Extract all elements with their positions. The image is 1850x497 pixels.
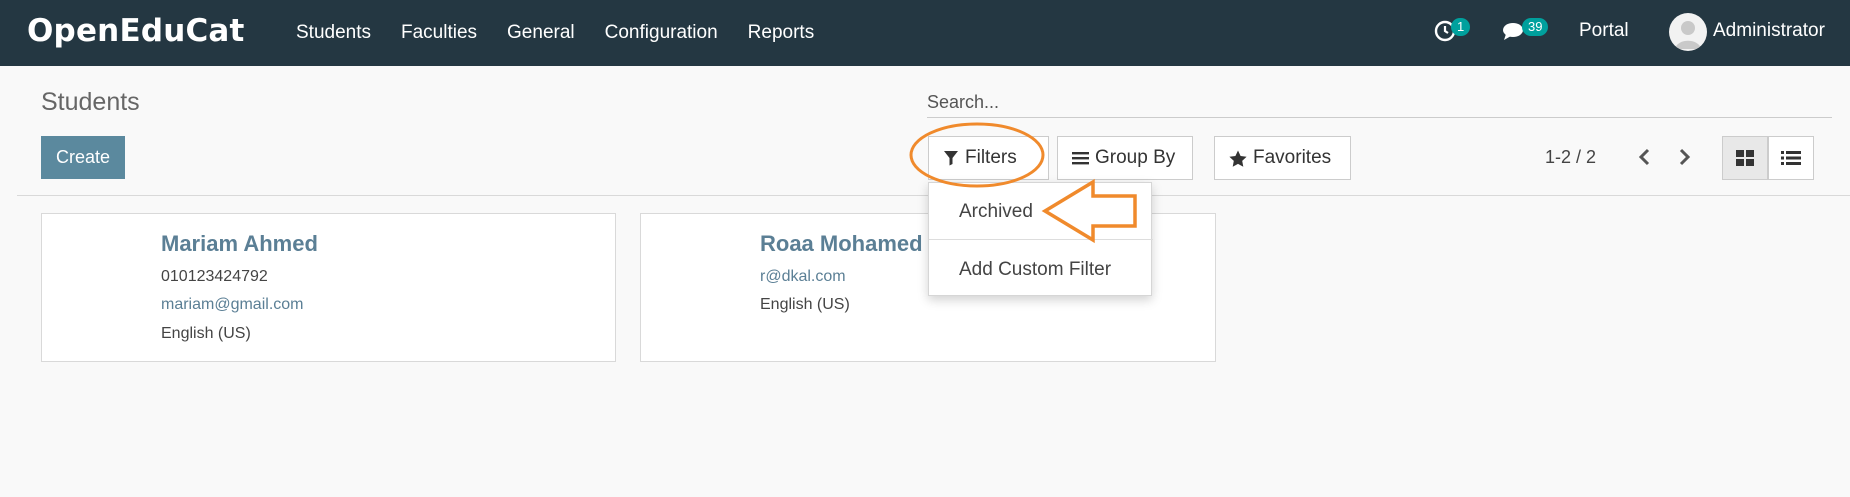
page-title: Students xyxy=(41,88,140,116)
top-navbar: OpenEduCat Students Faculties General Co… xyxy=(0,0,1850,66)
dropdown-divider xyxy=(929,239,1153,240)
student-email[interactable]: r@dkal.com xyxy=(760,268,846,286)
filters-label: Filters xyxy=(965,147,1017,168)
menu-faculties[interactable]: Faculties xyxy=(401,22,477,44)
bars-icon xyxy=(1072,152,1089,165)
search-input[interactable] xyxy=(927,88,1832,118)
create-button[interactable]: Create xyxy=(41,136,125,179)
star-icon xyxy=(1229,150,1247,167)
group-by-label: Group By xyxy=(1095,147,1176,168)
main-menu: Students Faculties General Configuration… xyxy=(296,0,844,66)
student-language: English (US) xyxy=(161,325,251,342)
messages-badge: 39 xyxy=(1522,18,1549,36)
app-brand[interactable]: OpenEduCat xyxy=(27,13,245,49)
grid-icon xyxy=(1736,150,1754,166)
filters-button[interactable]: Filters xyxy=(928,136,1049,180)
filter-archived[interactable]: Archived xyxy=(959,201,1033,223)
student-email[interactable]: mariam@gmail.com xyxy=(161,296,303,314)
favorites-label: Favorites xyxy=(1253,147,1332,168)
pager-previous-icon[interactable] xyxy=(1633,145,1655,169)
menu-general[interactable]: General xyxy=(507,22,575,44)
pager-next-icon[interactable] xyxy=(1674,145,1696,169)
student-card[interactable]: Mariam Ahmed 010123424792 mariam@gmail.c… xyxy=(41,213,616,362)
user-menu[interactable]: Administrator xyxy=(1713,20,1825,42)
favorites-button[interactable]: Favorites xyxy=(1214,136,1351,180)
group-by-button[interactable]: Group By xyxy=(1057,136,1193,180)
student-name[interactable]: Roaa Mohamed xyxy=(760,231,923,257)
student-phone: 010123424792 xyxy=(161,268,268,285)
student-language: English (US) xyxy=(760,296,850,313)
student-name[interactable]: Mariam Ahmed xyxy=(161,231,318,257)
portal-link[interactable]: Portal xyxy=(1579,20,1629,42)
filter-funnel-icon xyxy=(944,151,958,166)
activity-badge: 1 xyxy=(1451,18,1471,36)
menu-configuration[interactable]: Configuration xyxy=(605,22,718,44)
add-custom-filter[interactable]: Add Custom Filter xyxy=(959,259,1111,281)
control-panel: Students Create Filters Group By Favorit… xyxy=(17,66,1850,196)
menu-reports[interactable]: Reports xyxy=(748,22,815,44)
user-avatar[interactable] xyxy=(1669,13,1707,51)
pager-value[interactable]: 1-2 / 2 xyxy=(1545,147,1596,168)
filters-dropdown: Archived Add Custom Filter xyxy=(928,182,1153,296)
list-view-button[interactable] xyxy=(1768,136,1814,180)
kanban-view-button[interactable] xyxy=(1722,136,1768,180)
menu-students[interactable]: Students xyxy=(296,22,371,44)
list-icon xyxy=(1781,151,1801,165)
